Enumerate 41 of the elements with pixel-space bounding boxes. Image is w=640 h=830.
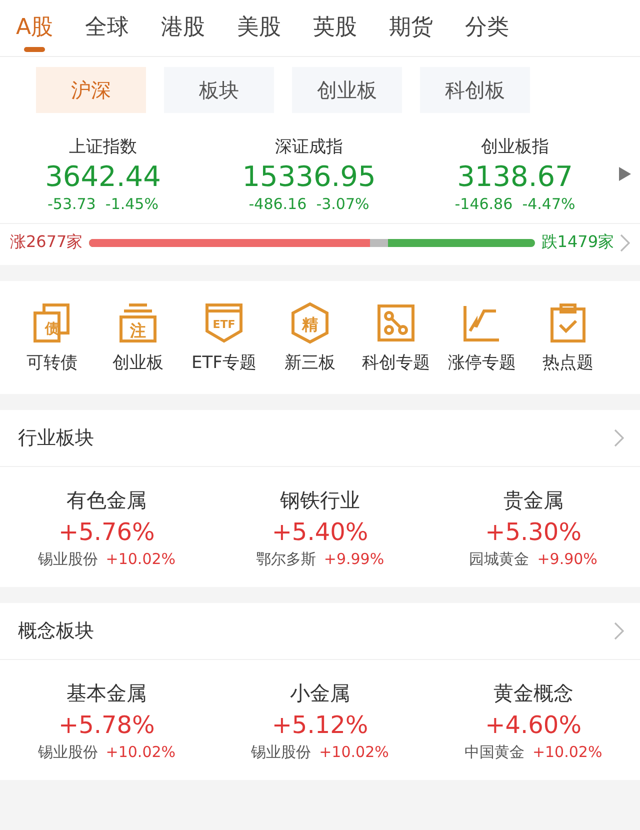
market-tab[interactable]: 英股	[313, 12, 358, 50]
shortcut-button[interactable]: 热点题	[530, 301, 606, 374]
sector-card[interactable]: 钢铁行业 +5.40% 鄂尔多斯 +9.99%	[213, 487, 427, 569]
shortcut-button[interactable]: 涨停专题	[444, 301, 520, 374]
index-name: 上证指数	[69, 136, 137, 158]
index-change: -53.73 -1.45%	[48, 195, 158, 213]
market-tab[interactable]: 分类	[465, 12, 510, 50]
advancers-count: 涨2677家	[10, 232, 83, 253]
unchanged-segment	[370, 238, 388, 246]
index-value: 3642.44	[45, 160, 161, 193]
decliners-count: 跌1479家	[541, 232, 614, 253]
index-change: -146.86 -4.47%	[454, 195, 576, 213]
sector-card[interactable]: 贵金属 +5.30% 园城黄金 +9.90%	[426, 487, 640, 569]
sector-card[interactable]: 小金属 +5.12% 锡业股份 +10.02%	[213, 680, 427, 762]
market-tab[interactable]: 全球	[85, 12, 130, 50]
market-tab[interactable]: 美股	[237, 12, 282, 50]
sub-tab[interactable]: 科创板	[420, 67, 530, 113]
market-tab[interactable]: A股	[16, 12, 54, 50]
sector-card[interactable]: 黄金概念 +4.60% 中国黄金 +10.02%	[426, 680, 640, 762]
sub-tab[interactable]: 板块	[164, 67, 274, 113]
sub-tab[interactable]: 创业板	[292, 67, 402, 113]
play-icon[interactable]	[618, 166, 632, 182]
section-title: 概念板块	[18, 619, 94, 644]
index-value: 15336.95	[242, 160, 376, 193]
chevron-icon	[614, 622, 624, 640]
section-title: 行业板块	[18, 426, 94, 451]
market-tab[interactable]: 期货	[389, 12, 434, 50]
shortcut-button[interactable]: 注 创业板	[100, 301, 176, 374]
market-tab[interactable]: 港股	[161, 12, 206, 50]
sector-card[interactable]: 基本金属 +5.78% 锡业股份 +10.02%	[0, 680, 214, 762]
chevron-icon	[620, 234, 630, 252]
sector-card[interactable]: 有色金属 +5.76% 锡业股份 +10.02%	[0, 487, 214, 569]
chevron-icon	[614, 429, 624, 447]
shortcut-button[interactable]: 科创专题	[358, 301, 434, 374]
index-name: 深证成指	[275, 136, 343, 158]
shortcut-button[interactable]: 债 可转债	[14, 301, 90, 374]
index-name: 创业板指	[481, 136, 549, 158]
index-change: -486.16 -3.07%	[248, 195, 370, 213]
shortcut-button[interactable]: 精 新三板	[272, 301, 348, 374]
index-value: 3138.67	[457, 160, 573, 193]
shortcut-button[interactable]: ETF ETF专题	[186, 301, 262, 374]
